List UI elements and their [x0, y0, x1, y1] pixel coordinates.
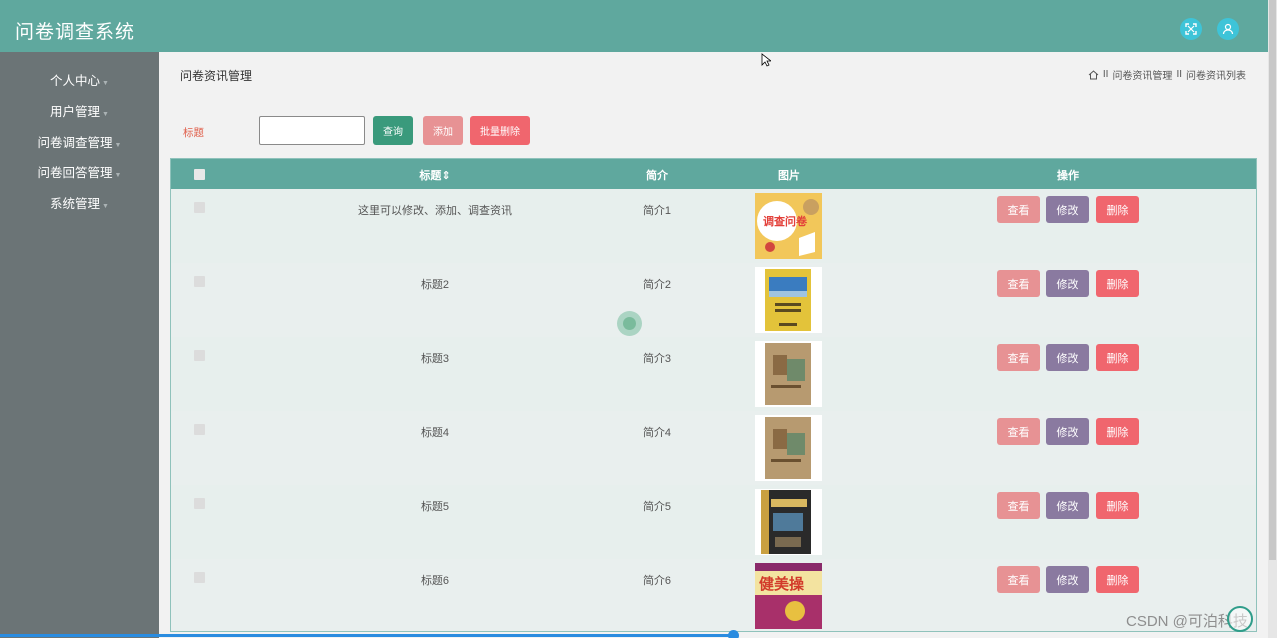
delete-button[interactable]: 删除	[1096, 270, 1139, 297]
delete-button[interactable]: 删除	[1096, 492, 1139, 519]
data-table: 标题⇕ 简介 图片 操作 这里可以修改、添加、调查资讯 简介1 调查问卷 查看 …	[170, 158, 1257, 632]
home-icon[interactable]	[1088, 69, 1099, 80]
table-row: 这里可以修改、添加、调查资讯 简介1 调查问卷 查看 修改 删除	[171, 189, 1256, 263]
video-progress-handle[interactable]	[728, 630, 739, 638]
table-header: 标题⇕ 简介 图片 操作	[171, 159, 1256, 189]
delete-button[interactable]: 删除	[1096, 418, 1139, 445]
edit-button[interactable]: 修改	[1046, 344, 1089, 371]
sidebar-item-survey-management[interactable]: 问卷调查管理 ▼	[0, 133, 159, 153]
main-content: 问卷资讯管理 II 问卷资讯管理 II 问卷资讯列表 标题 查询 添加 批量删除…	[159, 52, 1268, 638]
survey-cover-image: 调查问卷	[755, 193, 822, 259]
edit-button[interactable]: 修改	[1046, 196, 1089, 223]
row-title: 标题6	[420, 575, 450, 587]
view-button[interactable]: 查看	[997, 270, 1040, 297]
breadcrumb-item[interactable]: 问卷资讯管理	[1112, 67, 1172, 82]
row-title: 标题4	[420, 427, 450, 439]
search-title-label: 标题	[183, 127, 204, 139]
edit-button[interactable]: 修改	[1046, 492, 1089, 519]
sidebar-item-label: 系统管理	[50, 197, 101, 211]
sidebar-item-label: 个人中心	[50, 74, 101, 88]
row-title: 标题2	[420, 279, 450, 291]
sidebar-item-label: 问卷回答管理	[37, 166, 113, 180]
column-header-image: 图片	[778, 170, 800, 182]
breadcrumb-separator: II	[1102, 69, 1109, 80]
sidebar-item-label: 用户管理	[50, 105, 101, 119]
row-summary: 简介6	[642, 575, 672, 587]
sidebar-item-answer-management[interactable]: 问卷回答管理 ▼	[0, 163, 159, 183]
breadcrumb-separator: II	[1176, 69, 1182, 80]
column-header-summary: 简介	[646, 170, 668, 182]
batch-delete-button[interactable]: 批量删除	[470, 116, 530, 145]
row-title: 标题3	[420, 353, 450, 365]
table-row: 标题6 简介6 健美操 查看 修改 删除	[171, 559, 1256, 631]
row-checkbox[interactable]	[194, 572, 205, 583]
row-summary: 简介2	[642, 279, 672, 291]
click-indicator	[617, 311, 642, 336]
sidebar-item-system-management[interactable]: 系统管理 ▼	[0, 194, 159, 214]
sidebar-item-user-management[interactable]: 用户管理 ▼	[0, 102, 159, 122]
chevron-down-icon: ▼	[102, 111, 109, 118]
search-title-input[interactable]	[259, 116, 365, 145]
table-row: 标题2 简介2 查看 修改 删除	[171, 263, 1256, 337]
row-summary: 简介4	[642, 427, 672, 439]
view-button[interactable]: 查看	[997, 344, 1040, 371]
book-cover-image	[755, 341, 822, 407]
breadcrumb-item: 问卷资讯列表	[1186, 71, 1246, 82]
user-icon[interactable]	[1217, 18, 1239, 40]
svg-text:健美操: 健美操	[759, 575, 805, 593]
edit-button[interactable]: 修改	[1046, 566, 1089, 593]
top-bar: 问卷调查系统	[0, 0, 1268, 52]
sidebar-item-label: 问卷调查管理	[37, 136, 113, 150]
fullscreen-icon[interactable]	[1180, 18, 1202, 40]
table-row: 标题4 简介4 查看 修改 删除	[171, 411, 1256, 485]
table-row: 标题5 简介5 查看 修改 删除	[171, 485, 1256, 559]
book-cover-image	[755, 489, 822, 555]
row-title: 标题5	[420, 501, 450, 513]
chevron-down-icon: ▼	[102, 203, 109, 210]
row-checkbox[interactable]	[194, 424, 205, 435]
float-button[interactable]	[1227, 606, 1253, 632]
delete-button[interactable]: 删除	[1096, 566, 1139, 593]
table-row: 标题3 简介3 查看 修改 删除	[171, 337, 1256, 411]
view-button[interactable]: 查看	[997, 196, 1040, 223]
app-title: 问卷调查系统	[15, 22, 136, 43]
scrollbar-thumb[interactable]	[1269, 0, 1276, 560]
vertical-scrollbar[interactable]	[1268, 0, 1277, 638]
mouse-cursor-icon	[761, 53, 771, 67]
breadcrumb: II 问卷资讯管理 II 问卷资讯列表	[1088, 67, 1246, 82]
column-header-actions: 操作	[1057, 170, 1079, 182]
row-checkbox[interactable]	[194, 498, 205, 509]
sidebar-item-personal-center[interactable]: 个人中心 ▼	[0, 71, 159, 91]
sidebar: 个人中心 ▼ 用户管理 ▼ 问卷调查管理 ▼ 问卷回答管理 ▼ 系统管理 ▼	[0, 52, 159, 638]
edit-button[interactable]: 修改	[1046, 270, 1089, 297]
view-button[interactable]: 查看	[997, 492, 1040, 519]
add-button[interactable]: 添加	[423, 116, 463, 145]
sort-icon[interactable]: ⇕	[441, 170, 450, 182]
select-all-checkbox[interactable]	[194, 169, 205, 180]
book-cover-image: 健美操	[755, 563, 822, 629]
book-cover-image	[755, 415, 822, 481]
svg-text:调查问卷: 调查问卷	[763, 214, 808, 228]
page-title: 问卷资讯管理	[180, 69, 253, 83]
chevron-down-icon: ▼	[114, 172, 122, 179]
chevron-down-icon: ▼	[114, 142, 122, 149]
query-button[interactable]: 查询	[373, 116, 413, 145]
view-button[interactable]: 查看	[997, 566, 1040, 593]
row-checkbox[interactable]	[194, 350, 205, 361]
row-summary: 简介5	[642, 501, 672, 513]
chevron-down-icon: ▼	[102, 80, 109, 87]
row-summary: 简介1	[642, 205, 672, 217]
delete-button[interactable]: 删除	[1096, 196, 1139, 223]
delete-button[interactable]: 删除	[1096, 344, 1139, 371]
row-summary: 简介3	[642, 353, 672, 365]
view-button[interactable]: 查看	[997, 418, 1040, 445]
row-checkbox[interactable]	[194, 202, 205, 213]
row-title: 这里可以修改、添加、调查资讯	[358, 205, 512, 217]
row-checkbox[interactable]	[194, 276, 205, 287]
edit-button[interactable]: 修改	[1046, 418, 1089, 445]
video-progress-bar[interactable]	[0, 634, 734, 637]
book-cover-image	[755, 267, 822, 333]
column-header-title[interactable]: 标题⇕	[419, 167, 450, 183]
